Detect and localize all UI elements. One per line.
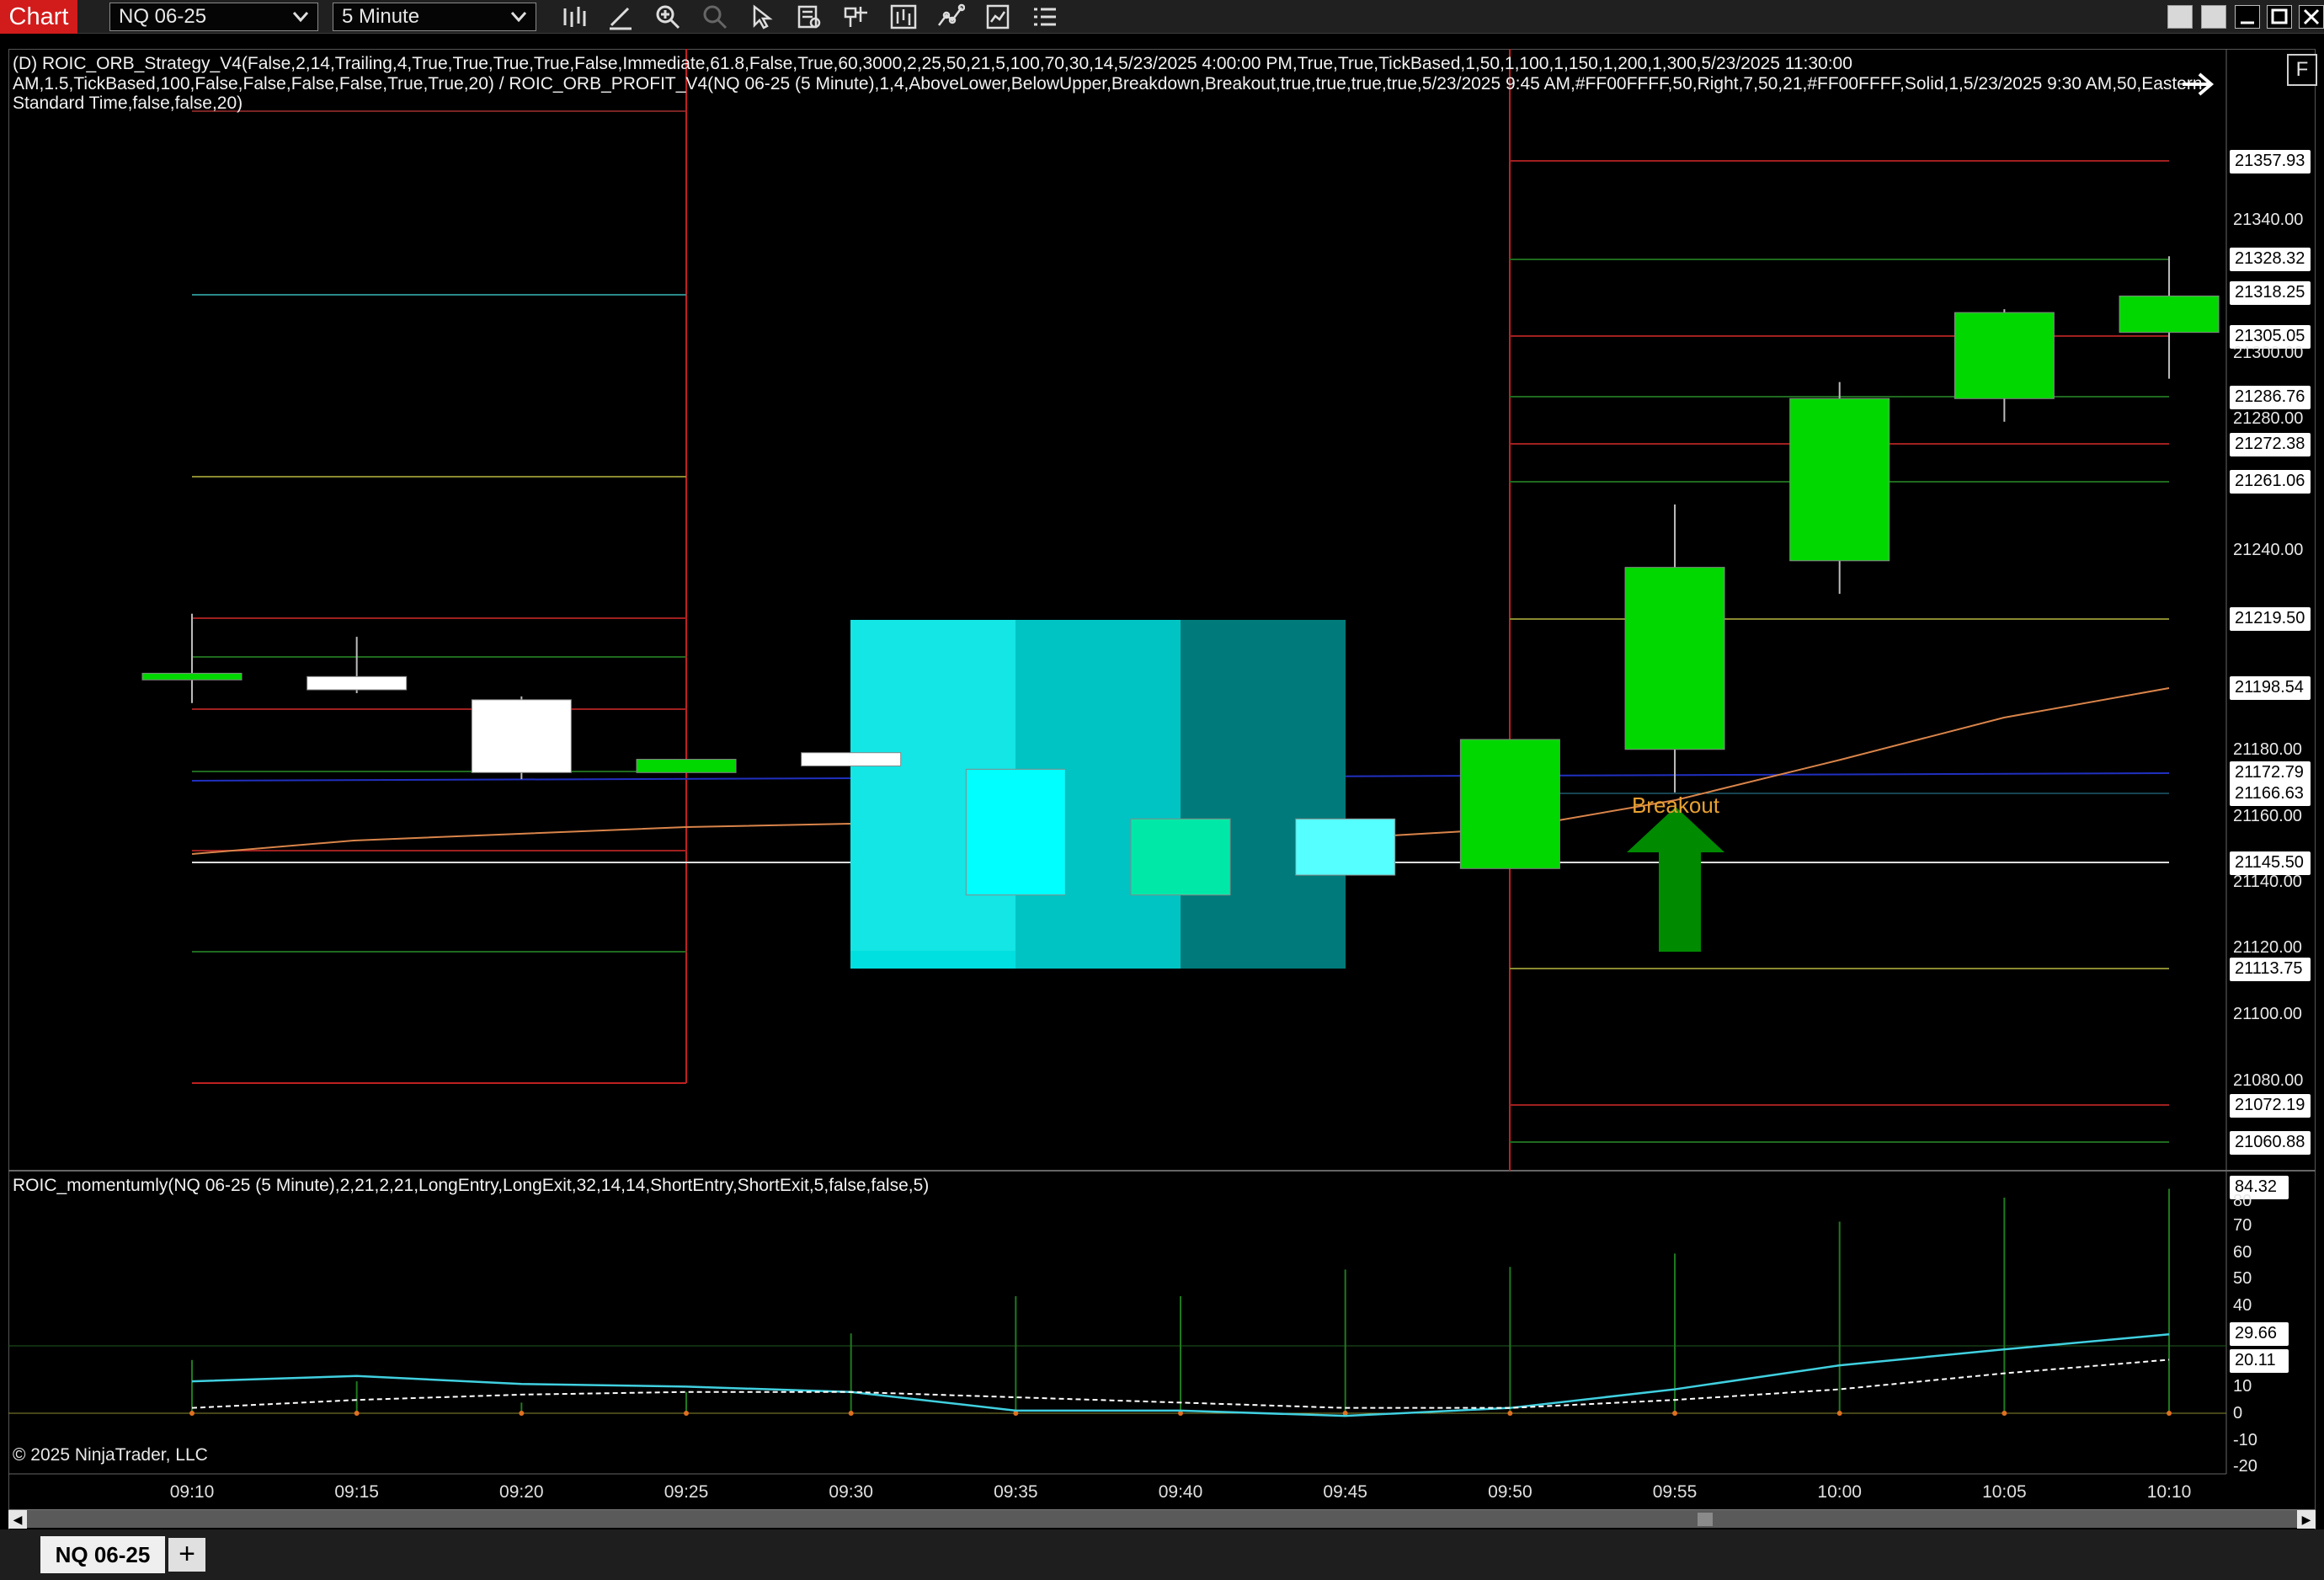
momentum-tick: 70 bbox=[2233, 1216, 2252, 1235]
momentum-tick: -20 bbox=[2233, 1457, 2257, 1476]
momentum-tick: 40 bbox=[2233, 1296, 2252, 1315]
tab-bar: NQ 06-25 + bbox=[0, 1529, 2324, 1580]
candle-body bbox=[1624, 567, 1725, 750]
momentum-dot bbox=[2167, 1411, 2172, 1416]
momentum-dot bbox=[519, 1411, 525, 1416]
price-level-badge: 21272.38 bbox=[2230, 433, 2311, 456]
price-level-badge: 21328.32 bbox=[2230, 248, 2311, 271]
time-tick: 10:00 bbox=[1817, 1482, 1862, 1502]
strategy-label-line-1: (D) ROIC_ORB_Strategy_V4(False,2,14,Trai… bbox=[13, 54, 1852, 73]
price-tick: 21120.00 bbox=[2233, 938, 2302, 957]
price-tick: 21280.00 bbox=[2233, 409, 2304, 428]
price-tick: 21300.00 bbox=[2233, 344, 2304, 362]
momentum-badge: 20.11 bbox=[2230, 1349, 2289, 1373]
properties-button[interactable]: F bbox=[2287, 54, 2317, 86]
momentum-indicator-label: ROIC_momentumly(NQ 06-25 (5 Minute),2,21… bbox=[13, 1176, 930, 1195]
time-tick: 10:05 bbox=[1982, 1482, 2027, 1502]
price-level-badge: 21357.93 bbox=[2230, 150, 2311, 173]
momentum-dot bbox=[2002, 1411, 2007, 1416]
time-tick: 09:10 bbox=[169, 1482, 215, 1502]
price-level-badge: 21219.50 bbox=[2230, 607, 2311, 631]
time-tick: 09:30 bbox=[829, 1482, 873, 1502]
momentum-dot bbox=[1507, 1411, 1513, 1416]
time-tick: 09:40 bbox=[1158, 1482, 1203, 1502]
price-tick: 21140.00 bbox=[2233, 873, 2302, 891]
time-tick: 09:15 bbox=[334, 1482, 379, 1502]
scroll-left-button[interactable]: ◀ bbox=[8, 1510, 27, 1529]
price-level-badge: 21318.25 bbox=[2230, 281, 2311, 305]
breakout-arrow-icon bbox=[1627, 807, 1724, 952]
strategy-label-line-3: Standard Time,false,false,20) bbox=[13, 93, 243, 113]
time-tick: 09:55 bbox=[1652, 1482, 1698, 1502]
price-level-badge: 21072.19 bbox=[2230, 1094, 2311, 1118]
price-chart[interactable]: Breakout bbox=[0, 0, 2324, 1580]
momentum-dot bbox=[354, 1411, 360, 1416]
candle-body bbox=[1954, 312, 2055, 399]
candle-body bbox=[1459, 739, 1560, 869]
candle-body bbox=[636, 759, 737, 773]
price-level-badge: 21172.79 bbox=[2230, 761, 2311, 785]
price-tick: 21080.00 bbox=[2233, 1071, 2304, 1090]
momentum-dot bbox=[684, 1411, 690, 1416]
price-tick: 21340.00 bbox=[2233, 211, 2304, 229]
arrow-right-icon[interactable] bbox=[2177, 69, 2218, 99]
momentum-dot bbox=[189, 1411, 195, 1416]
candle-body bbox=[306, 675, 408, 691]
price-level-badge: 21113.75 bbox=[2230, 958, 2311, 981]
strategy-label-line-2: AM,1.5,TickBased,100,False,False,False,F… bbox=[13, 74, 2203, 93]
momentum-dot bbox=[848, 1411, 854, 1416]
horizontal-scrollbar[interactable]: ◀ ▶ bbox=[8, 1509, 2316, 1529]
price-level-badge: 21198.54 bbox=[2230, 676, 2311, 700]
candle-body bbox=[965, 768, 1066, 896]
momentum-tick: 80 bbox=[2233, 1192, 2252, 1210]
momentum-tick: 50 bbox=[2233, 1269, 2252, 1288]
candle-body bbox=[1295, 818, 1396, 876]
scroll-thumb[interactable] bbox=[1698, 1513, 1713, 1526]
zone-rect-dark bbox=[1181, 620, 1346, 969]
add-tab-button[interactable]: + bbox=[168, 1538, 205, 1572]
tab-nq-06-25[interactable]: NQ 06-25 bbox=[40, 1536, 165, 1573]
time-tick: 10:10 bbox=[2146, 1482, 2192, 1502]
time-tick: 09:25 bbox=[664, 1482, 709, 1502]
momentum-tick: 10 bbox=[2233, 1377, 2252, 1396]
copyright-text: © 2025 NinjaTrader, LLC bbox=[13, 1445, 208, 1465]
momentum-badge: 29.66 bbox=[2230, 1322, 2289, 1346]
price-tick: 21160.00 bbox=[2233, 807, 2302, 825]
candle-body bbox=[2119, 295, 2220, 334]
candle-body bbox=[1789, 398, 1890, 562]
candle-body bbox=[1130, 818, 1231, 896]
breakout-label: Breakout bbox=[1632, 793, 1720, 818]
price-tick: 21240.00 bbox=[2233, 541, 2304, 559]
momentum-dot bbox=[1672, 1411, 1678, 1416]
price-tick: 21100.00 bbox=[2233, 1005, 2302, 1023]
candle-body bbox=[141, 672, 243, 681]
momentum-tick: -10 bbox=[2233, 1431, 2257, 1449]
price-tick: 21180.00 bbox=[2233, 740, 2302, 759]
momentum-tick: 60 bbox=[2233, 1243, 2252, 1262]
time-tick: 09:35 bbox=[994, 1482, 1038, 1502]
price-level-badge: 21166.63 bbox=[2230, 782, 2311, 806]
momentum-dot bbox=[1836, 1411, 1842, 1416]
price-level-badge: 21261.06 bbox=[2230, 470, 2311, 494]
scroll-right-button[interactable]: ▶ bbox=[2297, 1510, 2316, 1529]
candle-body bbox=[801, 752, 902, 766]
price-level-badge: 21286.76 bbox=[2230, 386, 2311, 409]
momentum-tick: 0 bbox=[2233, 1404, 2243, 1423]
price-level-badge: 21060.88 bbox=[2230, 1131, 2311, 1155]
time-tick: 09:20 bbox=[499, 1482, 544, 1502]
time-tick: 09:50 bbox=[1488, 1482, 1532, 1502]
candle-body bbox=[471, 699, 572, 773]
time-tick: 09:45 bbox=[1323, 1482, 1367, 1502]
